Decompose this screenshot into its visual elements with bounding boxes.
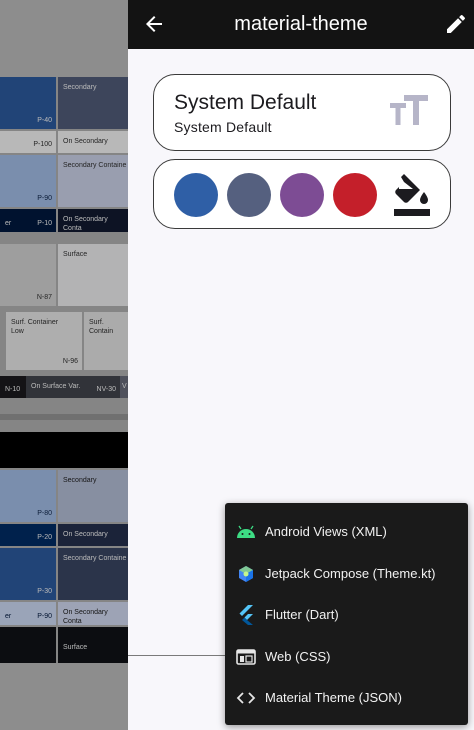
screen: P-40 Secondary P-100 On Secondary P-90 S… bbox=[0, 0, 474, 730]
color-selector-card[interactable] bbox=[153, 159, 451, 229]
menu-item-web-css[interactable]: Web (CSS) bbox=[225, 636, 468, 677]
text-size-icon bbox=[390, 95, 428, 125]
format-color-fill-icon bbox=[394, 174, 430, 216]
font-card-title: System Default bbox=[174, 91, 317, 114]
edit-pencil-icon[interactable] bbox=[444, 12, 468, 36]
menu-item-label: Flutter (Dart) bbox=[265, 607, 339, 622]
font-selector-card[interactable]: System Default System Default bbox=[153, 74, 451, 151]
android-icon bbox=[236, 522, 256, 542]
menu-item-android-views[interactable]: Android Views (XML) bbox=[225, 511, 468, 552]
color-swatch-primary[interactable] bbox=[174, 173, 218, 217]
flutter-icon bbox=[236, 604, 256, 625]
drawer-scrim[interactable] bbox=[0, 0, 128, 730]
menu-item-material-theme-json[interactable]: Material Theme (JSON) bbox=[225, 677, 468, 718]
top-app-bar: material-theme bbox=[128, 0, 474, 49]
color-swatch-secondary[interactable] bbox=[227, 173, 271, 217]
menu-item-label: Material Theme (JSON) bbox=[265, 690, 403, 705]
code-icon bbox=[236, 688, 256, 708]
export-format-menu: Android Views (XML) Jetpack Compose (The… bbox=[225, 503, 468, 725]
jetpack-compose-icon bbox=[236, 564, 256, 584]
color-swatch-error[interactable] bbox=[333, 173, 377, 217]
font-card-subtitle: System Default bbox=[174, 119, 272, 135]
menu-item-jetpack-compose[interactable]: Jetpack Compose (Theme.kt) bbox=[225, 553, 468, 594]
menu-item-label: Web (CSS) bbox=[265, 649, 331, 664]
menu-item-label: Jetpack Compose (Theme.kt) bbox=[265, 566, 436, 581]
bottom-divider bbox=[128, 655, 226, 656]
page-title: material-theme bbox=[234, 13, 368, 35]
menu-item-flutter[interactable]: Flutter (Dart) bbox=[225, 594, 468, 635]
color-swatch-tertiary[interactable] bbox=[280, 173, 324, 217]
web-icon bbox=[236, 647, 256, 667]
menu-item-label: Android Views (XML) bbox=[265, 524, 387, 539]
